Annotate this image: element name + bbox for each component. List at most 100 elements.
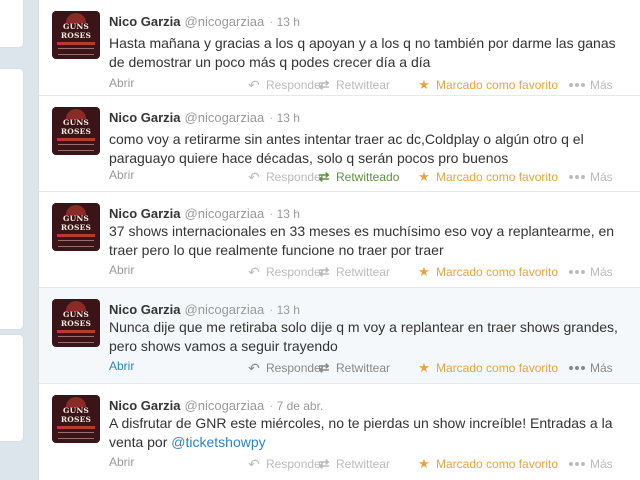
tweet-text: Hasta mañana y gracias a los q apoyan y …	[109, 35, 616, 70]
favorite-button[interactable]: ★ Marcado como favorito	[417, 456, 559, 472]
tweet-username[interactable]: @nicogarziaa	[185, 14, 265, 29]
tweet-timestamp[interactable]: 13 h	[277, 15, 300, 29]
tweet-item[interactable]: GUNS ROSES Nico Garzia @nicogarziaa · 13 h …	[39, 0, 640, 96]
star-icon: ★	[418, 360, 430, 375]
retweet-button[interactable]: ⇄ Retwittear	[317, 78, 391, 93]
tweet-item[interactable]: GUNS ROSES Nico Garzia @nicogarziaa · 13 h …	[39, 96, 640, 192]
side-panel-bottom	[0, 334, 24, 442]
reply-label: Responder	[266, 78, 325, 92]
favorite-button[interactable]: ★ Marcado como favorito	[417, 264, 559, 280]
mention-link[interactable]: @ticketshowpy	[171, 434, 265, 450]
reply-icon: ↶	[248, 264, 260, 280]
favorite-label: Marcado como favorito	[436, 265, 559, 279]
favorite-button[interactable]: ★ Marcado como favorito	[417, 169, 559, 185]
more-dots-icon	[569, 366, 585, 370]
tweet-header: Nico Garzia @nicogarziaa · 13 h	[109, 14, 300, 30]
favorite-label: Marcado como favorito	[436, 170, 559, 184]
reply-label: Responder	[266, 265, 325, 279]
side-panel-top	[0, 0, 24, 48]
avatar[interactable]: GUNS ROSES	[52, 299, 100, 347]
tweet-separator: ·	[269, 14, 274, 29]
retweet-label: Retwittear	[336, 265, 391, 279]
reply-icon: ↶	[248, 456, 260, 472]
retweet-button[interactable]: ⇄ Retwittear	[317, 264, 391, 280]
tweet-stream: GUNS ROSES Nico Garzia @nicogarziaa · 13 h …	[38, 0, 640, 480]
retweet-button[interactable]: ⇄ Retwittear	[317, 360, 391, 376]
tweet-username[interactable]: @nicogarziaa	[185, 398, 265, 413]
tweet-username[interactable]: @nicogarziaa	[185, 110, 265, 125]
tweet-timestamp[interactable]: 13 h	[277, 111, 300, 125]
favorite-button[interactable]: ★ Marcado como favorito	[417, 77, 559, 93]
retweet-icon: ⇄	[318, 264, 330, 279]
tweet-item[interactable]: GUNS ROSES Nico Garzia @nicogarziaa · 13 h …	[39, 288, 640, 384]
more-button[interactable]: Más	[569, 170, 613, 184]
star-icon: ★	[418, 169, 430, 184]
tweet-actions: ↶ Responder ⇄ Retwittear ★ Marcado como fav…	[39, 77, 640, 93]
tweet-username[interactable]: @nicogarziaa	[185, 206, 265, 221]
avatar[interactable]: GUNS ROSES	[52, 107, 100, 155]
retweeted-label: Retwitteado	[336, 170, 400, 184]
retweet-label: Retwittear	[336, 78, 391, 92]
more-label: Más	[590, 78, 613, 92]
retweet-icon: ⇄	[318, 169, 330, 184]
more-dots-icon	[569, 83, 585, 87]
tweet-actions: ↶ Responder ⇄ Retwitteado ★ Marcado como fa…	[39, 169, 640, 185]
reply-button[interactable]: ↶ Responder	[247, 170, 325, 184]
tweet-fullname[interactable]: Nico Garzia	[109, 302, 181, 317]
star-icon: ★	[418, 264, 430, 279]
more-button[interactable]: Más	[569, 457, 613, 471]
reply-icon: ↶	[248, 169, 260, 185]
retweet-label: Retwittear	[336, 361, 391, 375]
tweet-text: A disfrutar de GNR este miércoles, no te…	[109, 414, 631, 452]
side-panel-middle	[0, 68, 24, 330]
reply-label: Responder	[266, 361, 325, 375]
reply-button[interactable]: ↶ Responder	[247, 78, 325, 92]
tweet-fullname[interactable]: Nico Garzia	[109, 398, 181, 413]
tweet-item[interactable]: GUNS ROSES Nico Garzia @nicogarziaa · 13 h …	[39, 192, 640, 288]
tweet-timestamp[interactable]: 7 de abr.	[277, 399, 324, 413]
tweet-fullname[interactable]: Nico Garzia	[109, 14, 181, 29]
tweet-fullname[interactable]: Nico Garzia	[109, 206, 181, 221]
tweet-fullname[interactable]: Nico Garzia	[109, 110, 181, 125]
tweet-header: Nico Garzia @nicogarziaa · 13 h	[109, 302, 300, 318]
tweet-actions: ↶ Responder ⇄ Retwittear ★ Marcado como fav…	[39, 360, 640, 376]
reply-button[interactable]: ↶ Responder	[247, 361, 325, 375]
more-label: Más	[590, 170, 613, 184]
tweet-header: Nico Garzia @nicogarziaa · 13 h	[109, 206, 300, 222]
favorite-label: Marcado como favorito	[436, 361, 559, 375]
retweeted-button[interactable]: ⇄ Retwitteado	[317, 169, 400, 185]
tweet-username[interactable]: @nicogarziaa	[185, 302, 265, 317]
favorite-button[interactable]: ★ Marcado como favorito	[417, 360, 559, 376]
retweet-icon: ⇄	[318, 360, 330, 375]
more-label: Más	[590, 265, 613, 279]
more-button[interactable]: Más	[569, 361, 613, 375]
tweet-item[interactable]: GUNS ROSES Nico Garzia @nicogarziaa · 7 de …	[39, 384, 640, 480]
tweet-text: como voy a retirarme sin antes intentar …	[109, 131, 584, 166]
tweet-actions: ↶ Responder ⇄ Retwittear ★ Marcado como fav…	[39, 264, 640, 280]
avatar[interactable]: GUNS ROSES	[52, 203, 100, 251]
reply-icon: ↶	[248, 77, 260, 93]
more-button[interactable]: Más	[569, 78, 613, 92]
reply-button[interactable]: ↶ Responder	[247, 457, 325, 471]
favorite-label: Marcado como favorito	[436, 457, 559, 471]
star-icon: ★	[418, 77, 430, 92]
tweet-actions: ↶ Responder ⇄ Retwittear ★ Marcado como fav…	[39, 456, 640, 472]
reply-icon: ↶	[248, 360, 260, 376]
star-icon: ★	[418, 456, 430, 471]
avatar[interactable]: GUNS ROSES	[52, 11, 100, 59]
more-dots-icon	[569, 270, 585, 274]
tweet-timestamp[interactable]: 13 h	[277, 303, 300, 317]
reply-button[interactable]: ↶ Responder	[247, 265, 325, 279]
tweet-header: Nico Garzia @nicogarziaa · 7 de abr.	[109, 398, 323, 414]
retweet-label: Retwittear	[336, 457, 391, 471]
favorite-label: Marcado como favorito	[436, 78, 559, 92]
avatar[interactable]: GUNS ROSES	[52, 395, 100, 443]
tweet-separator: ·	[269, 302, 274, 317]
more-dots-icon	[569, 175, 585, 179]
more-label: Más	[590, 361, 613, 375]
more-button[interactable]: Más	[569, 265, 613, 279]
tweet-separator: ·	[269, 206, 274, 221]
retweet-button[interactable]: ⇄ Retwittear	[317, 457, 391, 472]
more-label: Más	[590, 457, 613, 471]
tweet-timestamp[interactable]: 13 h	[277, 207, 300, 221]
